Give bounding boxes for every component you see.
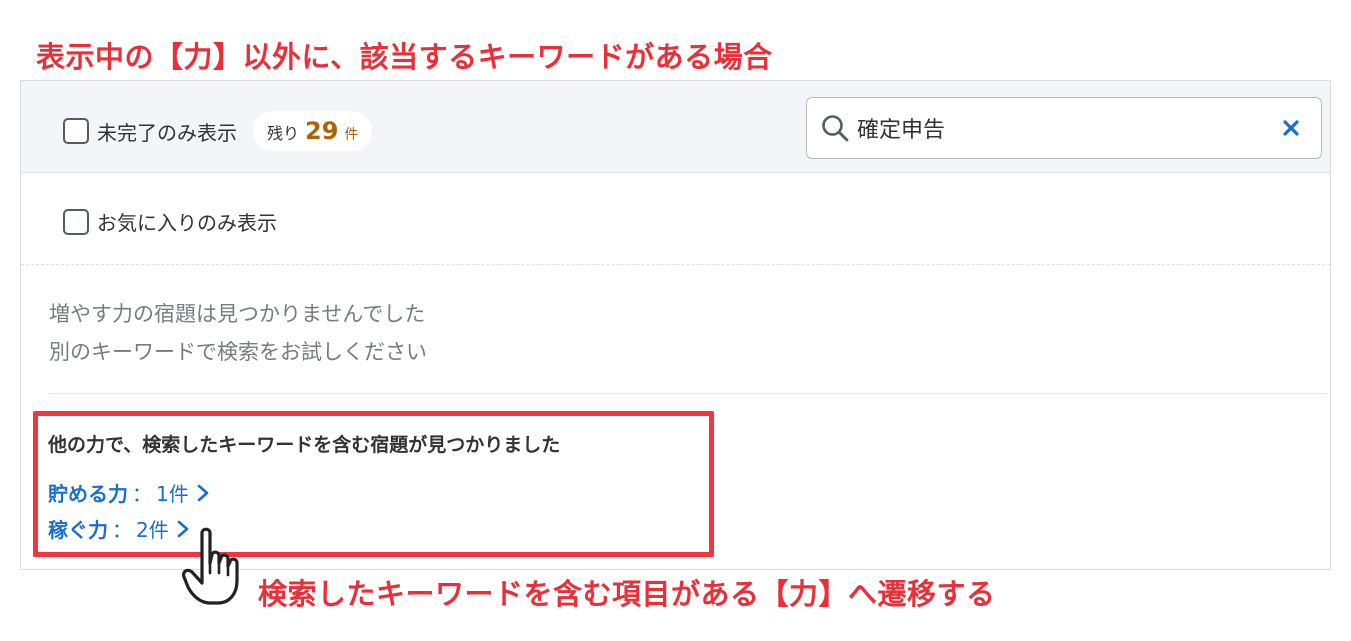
remaining-unit: 件 [344,127,359,143]
link-saving-power[interactable]: 貯める力 ： 1件 [48,478,211,507]
empty-message-line-1: 増やす力の宿題は見つかりませんでした [49,302,426,326]
link-earning-power[interactable]: 稼ぐ力 ： 2件 [48,514,191,543]
incomplete-only-checkbox[interactable] [63,118,89,144]
favorites-only-label: お気に入りのみ表示 [97,211,277,235]
separator: ： [112,518,132,542]
close-icon[interactable] [1271,108,1311,148]
pointing-hand-icon [182,527,239,605]
favorites-only-filter[interactable]: お気に入りのみ表示 [63,207,277,236]
search-box [806,97,1322,159]
incomplete-only-filter[interactable]: 未完了のみ表示 残り 29 件 [63,111,373,151]
remaining-count-badge: 残り 29 件 [253,111,373,151]
result-count: 1件 [156,482,189,506]
search-icon [822,115,849,142]
favorites-only-checkbox[interactable] [63,208,89,235]
empty-result-message: 増やす力の宿題は見つかりませんでした 別のキーワードで検索をお試しください [49,295,427,371]
remaining-count: 29 [305,117,339,145]
search-input[interactable] [851,98,1271,158]
incomplete-only-label: 未完了のみ表示 [97,120,237,145]
result-count: 2件 [136,518,169,542]
power-name: 稼ぐ力 [48,518,108,542]
empty-message-line-2: 別のキーワードで検索をお試しください [49,340,427,364]
section-divider [21,264,1330,265]
remaining-prefix: 残り [267,124,300,143]
top-annotation: 表示中の【力】以外に、該当するキーワードがある場合 [36,40,773,74]
separator: ： [132,482,152,506]
other-results-heading: 他の力で、検索したキーワードを含む宿題が見つかりました [48,434,561,456]
chevron-right-icon [197,484,209,501]
filter-toolbar: 未完了のみ表示 残り 29 件 [21,81,1330,173]
bottom-annotation: 検索したキーワードを含む項目がある【力】へ遷移する [258,577,996,611]
power-name: 貯める力 [48,482,128,506]
results-divider [49,393,1327,394]
